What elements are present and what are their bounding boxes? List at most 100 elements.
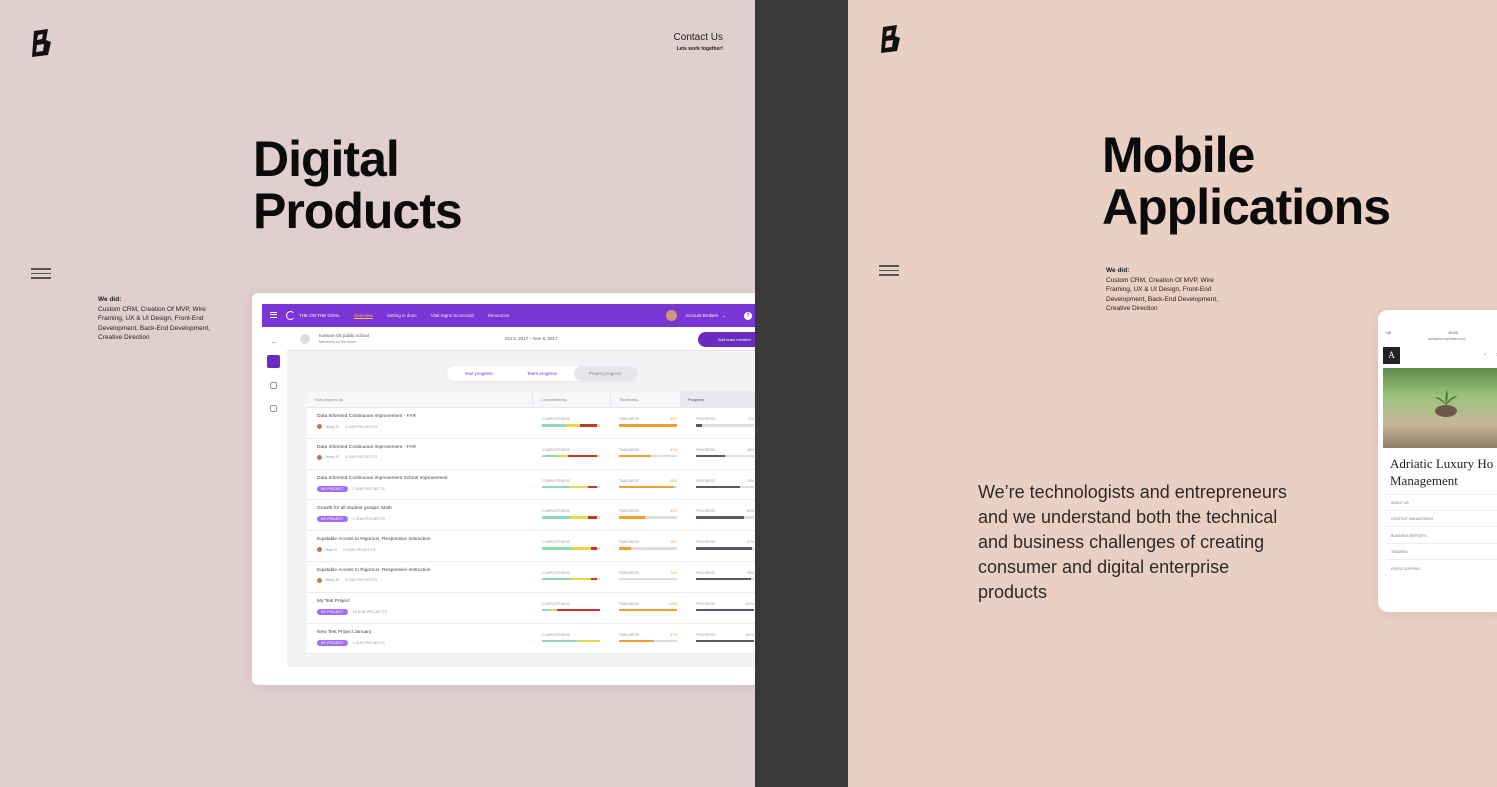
table-row[interactable]: New Test Project January MY PROJECT 3 SUB … <box>307 624 755 655</box>
menu-press-clipping[interactable]: PRESS CLIPPING <box>1391 567 1420 571</box>
progress-bar: PROGRESS 76% <box>696 479 754 489</box>
progress-bar-track <box>696 485 754 489</box>
project-name[interactable]: New Test Project January <box>317 630 371 635</box>
progress-bar-label: PROGRESS <box>696 478 716 483</box>
brand-logo-icon[interactable] <box>30 27 54 59</box>
progress-bar-percent: 76% <box>747 478 754 483</box>
contact-us-link[interactable]: Contact Us <box>674 32 723 43</box>
sidebar-projects-icon[interactable] <box>267 355 280 368</box>
help-icon[interactable]: ? <box>744 311 752 320</box>
dashboard-top-nav: THE ON THE GOAL Overview Setting in done… <box>262 304 755 327</box>
hamburger-menu-icon[interactable] <box>31 268 51 280</box>
date-range-picker[interactable]: Oct 5, 2017 – Nov 6, 2017 <box>505 336 558 341</box>
school-name[interactable]: Kosnan rds public school <box>319 333 369 338</box>
nav-overview[interactable]: Overview <box>353 313 373 319</box>
timeliness-header[interactable]: Timeliness <box>610 391 680 407</box>
progress-bar-label: PROGRESS <box>696 540 716 545</box>
table-row[interactable]: Growth for all student groups: Math MY PR… <box>307 500 755 532</box>
progress-bar: PROGRESS 46% <box>696 448 754 458</box>
project-name[interactable]: Data Informed Continuous Improvement - F… <box>317 414 416 419</box>
table-row[interactable]: Equitable Access to Rigorous, Responsive… <box>307 531 755 562</box>
progress-bar: PROGRESS 11% <box>696 417 754 427</box>
page-title: Digital Products <box>253 133 463 237</box>
menu-content-management[interactable]: CONTENT MANAGEMENT <box>1391 517 1434 521</box>
progress-bar: PROGRESS 82% <box>696 509 754 519</box>
project-name[interactable]: Equitable Access to Rigorous, Responsive… <box>317 537 431 542</box>
table-row[interactable]: Data Informed Continuous Improvement Sch… <box>307 470 755 501</box>
completeness-bar-fill <box>588 485 598 489</box>
timeliness-bar-percent: 57% <box>670 632 677 637</box>
progress-bar-percent: 100% <box>745 601 754 606</box>
contact-tagline: Lets work together! <box>676 46 723 52</box>
timeliness-bar-fill <box>619 454 651 458</box>
services-text: Custom CRM, Creation Of MVP, Wire Framin… <box>98 305 211 342</box>
progress-bar: PROGRESS 100% <box>696 602 754 612</box>
tab-team-progress[interactable]: Team progress <box>510 366 573 381</box>
tab-your-progress[interactable]: Your progress <box>447 366 510 381</box>
brand-text: THE ON THE GOAL <box>299 313 340 318</box>
sidebar-reports-icon[interactable] <box>270 405 277 412</box>
progress-bar-fill <box>696 547 753 550</box>
completeness-bar-label: COMPLETENESS <box>542 417 570 421</box>
progress-bar-percent: 95% <box>747 570 754 575</box>
completeness-bar-fill <box>542 454 558 458</box>
progress-bar-fill <box>696 608 754 612</box>
timeliness-bar-percent: 100% <box>668 601 677 606</box>
moon-icon <box>286 311 295 320</box>
completeness-bar-fill <box>556 608 600 612</box>
project-name[interactable]: Data Informed Continuous Improvement Sch… <box>317 476 448 481</box>
project-owner: Jenny R. <box>325 455 340 460</box>
brand-logo-icon[interactable] <box>879 23 903 55</box>
dashboard-menu-icon[interactable] <box>270 311 277 320</box>
table-header: Sort projects by Completeness Timeliness… <box>307 391 755 408</box>
timeliness-bar-track <box>619 485 677 489</box>
timeliness-bar-percent: 74% <box>670 570 677 575</box>
completeness-bar: COMPLETENESS <box>542 509 600 519</box>
table-row[interactable]: Data Informed Continuous Improvement - F… <box>307 439 755 470</box>
project-name[interactable]: My Test Project <box>317 599 350 604</box>
project-name[interactable]: Equitable Access to Rigorous, Responsive… <box>317 568 431 573</box>
table-row[interactable]: My Test Project MY PROJECT 16 SUB PROJECTS… <box>307 593 755 624</box>
completeness-bar-fill <box>542 516 570 519</box>
progress-bar-track <box>696 577 754 581</box>
sort-projects-header[interactable]: Sort projects by <box>307 397 532 402</box>
timeliness-bar-label: TIMELINESS <box>619 570 640 575</box>
back-arrow-icon[interactable]: ← <box>271 339 278 346</box>
completeness-bar-label: COMPLETENESS <box>542 570 570 575</box>
menu-about[interactable]: ABOUT US <box>1391 501 1409 505</box>
nav-resources[interactable]: Resources <box>488 313 510 318</box>
dashboard-brand[interactable]: THE ON THE GOAL <box>286 311 340 320</box>
table-row[interactable]: Data Informed Continuous Improvement - F… <box>307 408 755 439</box>
project-owner: Jenny R. <box>325 578 340 583</box>
completeness-bar-track <box>542 485 600 489</box>
nav-scorecard[interactable]: Vital Signs Scorecard <box>431 313 474 318</box>
mobile-app-screenshot: UK 10:42 adriaticluxuryhotels.com A ‹› A… <box>1378 310 1497 612</box>
avatar <box>666 310 678 321</box>
progress-header[interactable]: Progress <box>680 391 755 407</box>
menu-tenders[interactable]: TENDERS <box>1391 550 1408 554</box>
timeliness-bar-fill <box>619 608 677 612</box>
completeness-header[interactable]: Completeness <box>532 391 610 407</box>
timeliness-bar-track <box>619 608 677 612</box>
site-logo[interactable]: A <box>1383 347 1400 364</box>
tab-project-progress[interactable]: Project progress <box>573 366 637 381</box>
sub-project-count: 3 SUB PROJECTS <box>344 578 378 583</box>
progress-bar-track <box>696 547 754 550</box>
completeness-bar-fill <box>588 516 598 519</box>
menu-business-reports[interactable]: BUSINESS REPORTS <box>1391 534 1427 538</box>
sidebar-calendar-icon[interactable] <box>270 382 277 389</box>
completeness-bar-fill <box>568 454 598 458</box>
project-name[interactable]: Growth for all student groups: Math <box>317 506 392 511</box>
carousel-arrows-icon[interactable]: ‹› <box>1484 352 1497 358</box>
add-team-member-button[interactable]: Add team member <box>698 332 755 347</box>
project-name[interactable]: Data Informed Continuous Improvement - F… <box>317 445 416 450</box>
user-menu[interactable]: Account Brokers ⌄ <box>666 310 726 321</box>
table-row[interactable]: Equitable Access to Rigorous, Responsive… <box>307 562 755 593</box>
browser-url[interactable]: adriaticluxuryhotels.com <box>1428 337 1466 341</box>
hamburger-menu-icon[interactable] <box>879 265 899 277</box>
school-members: Members on the team <box>319 340 356 344</box>
digital-products-panel: Contact Us Lets work together! Digital P… <box>0 0 755 787</box>
nav-setting[interactable]: Setting in done <box>387 313 417 318</box>
timeliness-bar-track <box>619 424 677 427</box>
progress-bar-fill <box>696 639 754 643</box>
